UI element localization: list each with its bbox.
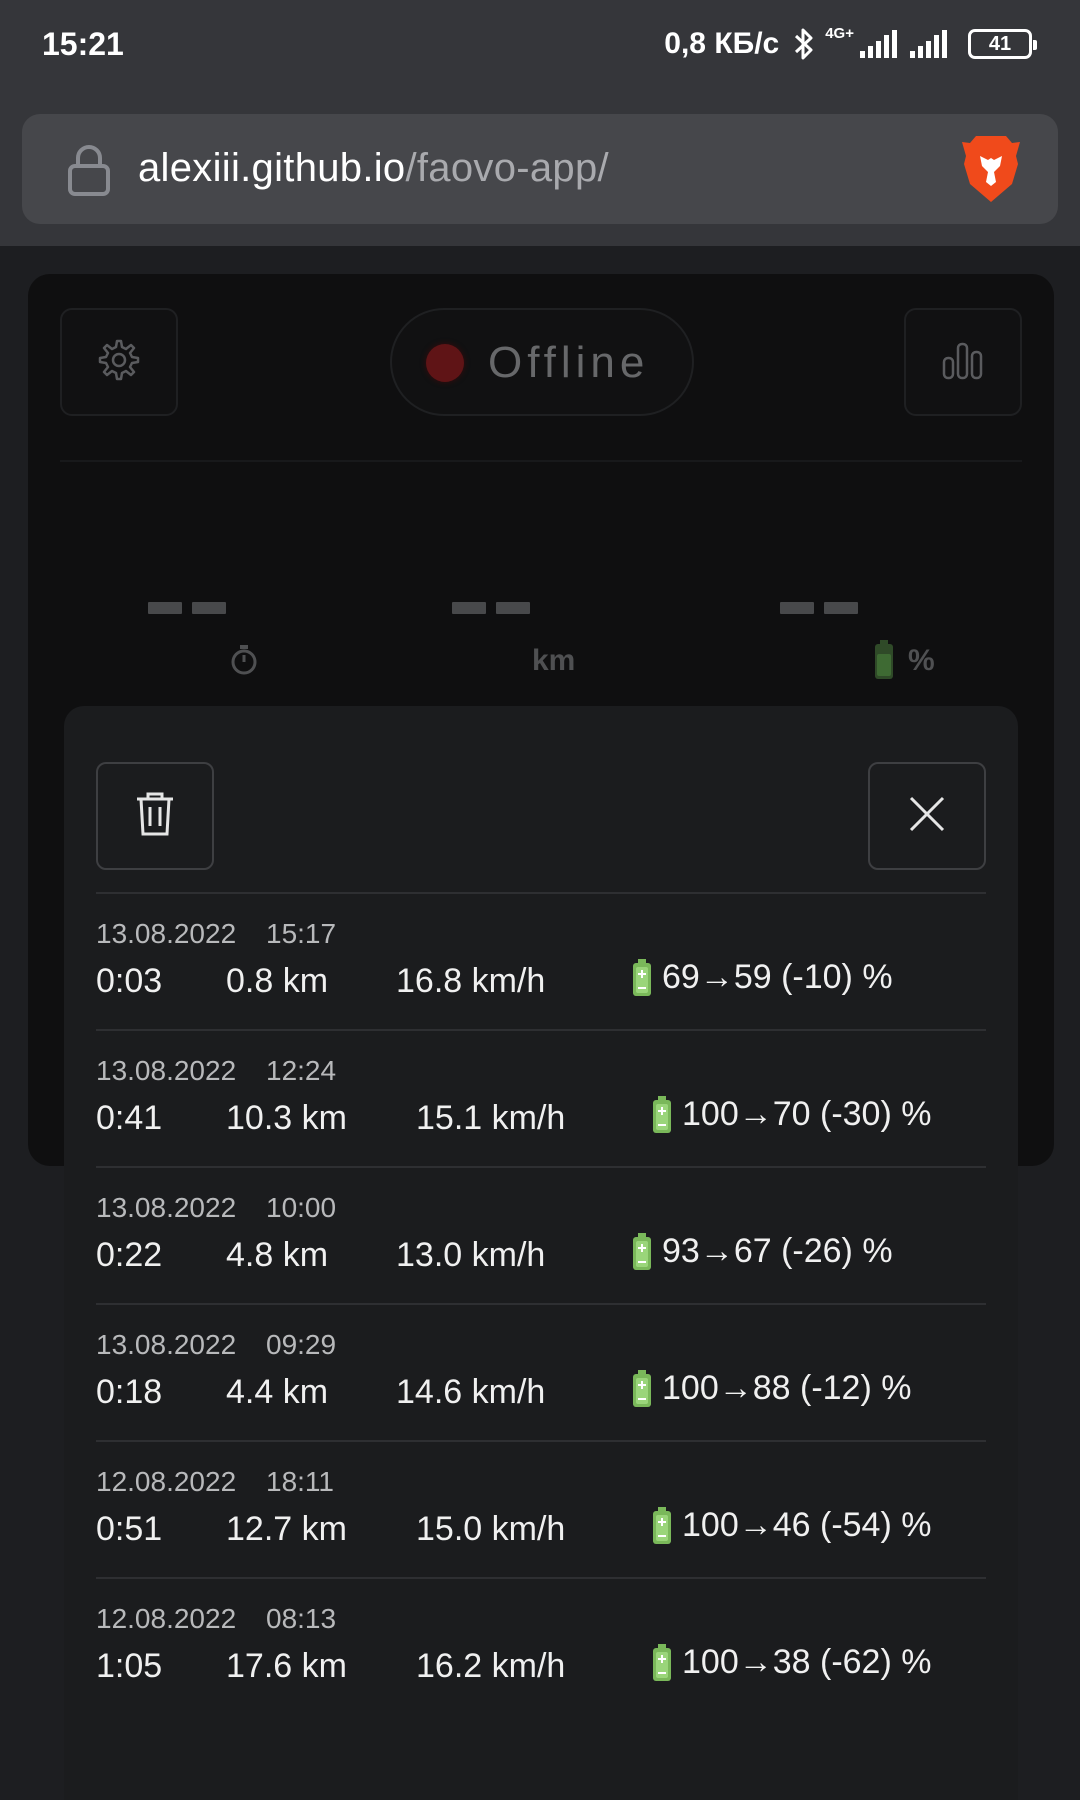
ride-battery: 100→70 (-30) % bbox=[652, 1095, 931, 1134]
clock: 15:21 bbox=[42, 26, 124, 62]
gear-icon bbox=[97, 338, 141, 387]
battery-icon bbox=[652, 1506, 672, 1545]
distance-value-placeholder bbox=[452, 602, 530, 614]
status-indicator-dot bbox=[426, 344, 464, 382]
ride-entry[interactable]: 12.08.2022 18:11 0:51 12.7 km 15.0 km/h … bbox=[96, 1442, 986, 1579]
url-text[interactable]: alexiii.github.io/faovo-app/ bbox=[138, 146, 609, 191]
ride-time: 18:11 bbox=[266, 1466, 334, 1497]
ride-duration: 0:03 bbox=[96, 962, 163, 1000]
ride-speed: 16.8 km/h bbox=[396, 962, 546, 1000]
ride-entry[interactable]: 13.08.2022 10:00 0:22 4.8 km 13.0 km/h 9… bbox=[96, 1168, 986, 1305]
ride-date: 12.08.2022 bbox=[96, 1603, 237, 1634]
ride-entry[interactable]: 12.08.2022 08:13 1:05 17.6 km 16.2 km/h … bbox=[96, 1579, 986, 1716]
ride-duration: 1:05 bbox=[96, 1647, 163, 1685]
ride-battery: 93→67 (-26) % bbox=[632, 1232, 893, 1271]
battery-icon bbox=[874, 640, 894, 685]
distance-unit: km bbox=[532, 644, 576, 677]
ride-entry[interactable]: 13.08.2022 12:24 0:41 10.3 km 15.1 km/h … bbox=[96, 1031, 986, 1168]
ride-duration: 0:41 bbox=[96, 1099, 163, 1137]
ride-time: 15:17 bbox=[266, 918, 337, 949]
battery-icon: 41 bbox=[968, 29, 1037, 59]
brave-browser-icon[interactable] bbox=[960, 134, 1022, 209]
battery-level: 41 bbox=[988, 32, 1012, 55]
battery-icon bbox=[652, 1095, 672, 1134]
ride-speed: 15.0 km/h bbox=[416, 1510, 566, 1548]
close-icon bbox=[908, 795, 946, 838]
battery-unit: % bbox=[908, 644, 935, 677]
ride-speed: 16.2 km/h bbox=[416, 1647, 566, 1685]
ride-battery: 100→88 (-12) % bbox=[632, 1369, 911, 1408]
ride-time: 08:13 bbox=[266, 1603, 337, 1634]
battery-icon bbox=[632, 1232, 652, 1271]
status-indicators: 0,8 КБ/с 4G+ 41 bbox=[664, 22, 1037, 66]
ride-date: 13.08.2022 bbox=[96, 1329, 237, 1360]
ride-time: 09:29 bbox=[266, 1329, 337, 1360]
battery-icon bbox=[632, 958, 652, 997]
network-speed: 0,8 КБ/с bbox=[664, 27, 780, 60]
delete-history-button[interactable] bbox=[96, 762, 214, 870]
ride-battery: 100→46 (-54) % bbox=[652, 1506, 931, 1545]
ride-speed: 14.6 km/h bbox=[396, 1373, 546, 1411]
ride-entry[interactable]: 13.08.2022 15:17 0:03 0.8 km 16.8 km/h 6… bbox=[96, 894, 986, 1031]
ride-battery-change: 100→70 (-30) % bbox=[682, 1095, 932, 1133]
ride-distance: 4.8 km bbox=[226, 1236, 329, 1274]
ride-speed: 13.0 km/h bbox=[396, 1236, 546, 1274]
ride-date: 12.08.2022 bbox=[96, 1466, 237, 1497]
ride-date: 13.08.2022 bbox=[96, 918, 237, 949]
time-value-placeholder bbox=[148, 602, 226, 614]
signal-icon bbox=[908, 29, 952, 59]
ride-duration: 0:51 bbox=[96, 1510, 163, 1548]
divider bbox=[60, 460, 1022, 462]
ride-battery: 100→38 (-62) % bbox=[652, 1643, 931, 1682]
network-type: 4G+ bbox=[825, 25, 854, 42]
ride-distance: 17.6 km bbox=[226, 1647, 347, 1685]
ride-time: 10:00 bbox=[266, 1192, 337, 1223]
close-button[interactable] bbox=[868, 762, 986, 870]
battery-icon bbox=[652, 1643, 672, 1682]
url-path: /faovo-app/ bbox=[405, 146, 609, 190]
trash-icon bbox=[135, 791, 175, 842]
ride-time: 12:24 bbox=[266, 1055, 337, 1086]
ride-distance: 0.8 km bbox=[226, 962, 329, 1000]
ride-history-panel: 13.08.2022 15:17 0:03 0.8 km 16.8 km/h 6… bbox=[64, 706, 1018, 1800]
ride-battery-change: 93→67 (-26) % bbox=[662, 1232, 893, 1270]
browser-chrome: 15:21 0,8 КБ/с 4G+ 41 alexiii.github.io/… bbox=[0, 0, 1080, 246]
lock-icon[interactable] bbox=[66, 144, 112, 203]
ride-speed: 15.1 km/h bbox=[416, 1099, 566, 1137]
ride-duration: 0:22 bbox=[96, 1236, 163, 1274]
bluetooth-icon bbox=[793, 27, 815, 61]
ride-date: 13.08.2022 bbox=[96, 1192, 237, 1223]
battery-value-placeholder bbox=[780, 602, 858, 614]
ride-battery-change: 100→88 (-12) % bbox=[662, 1369, 912, 1407]
url-domain: alexiii.github.io bbox=[138, 146, 406, 190]
settings-button[interactable] bbox=[60, 308, 178, 416]
connection-status-pill[interactable]: Offline bbox=[390, 308, 694, 416]
bar-chart-icon bbox=[941, 340, 985, 385]
ride-distance: 12.7 km bbox=[226, 1510, 347, 1548]
battery-icon bbox=[632, 1369, 652, 1408]
ride-battery-change: 100→46 (-54) % bbox=[682, 1506, 932, 1544]
ride-battery-change: 69→59 (-10) % bbox=[662, 958, 893, 996]
ride-duration: 0:18 bbox=[96, 1373, 163, 1411]
system-status-bar: 15:21 0,8 КБ/с 4G+ 41 bbox=[0, 0, 1080, 92]
ride-distance: 10.3 km bbox=[226, 1099, 347, 1137]
ride-distance: 4.4 km bbox=[226, 1373, 329, 1411]
signal-icon bbox=[858, 29, 898, 59]
ride-entry[interactable]: 13.08.2022 09:29 0:18 4.4 km 14.6 km/h 1… bbox=[96, 1305, 986, 1442]
stopwatch-icon bbox=[230, 644, 258, 681]
ride-battery-change: 100→38 (-62) % bbox=[682, 1643, 932, 1681]
statistics-button[interactable] bbox=[904, 308, 1022, 416]
ride-list: 13.08.2022 15:17 0:03 0.8 km 16.8 km/h 6… bbox=[96, 894, 986, 1716]
ride-battery: 69→59 (-10) % bbox=[632, 958, 893, 997]
ride-date: 13.08.2022 bbox=[96, 1055, 237, 1086]
address-bar[interactable]: alexiii.github.io/faovo-app/ bbox=[22, 114, 1058, 224]
connection-status: Offline bbox=[488, 338, 650, 387]
